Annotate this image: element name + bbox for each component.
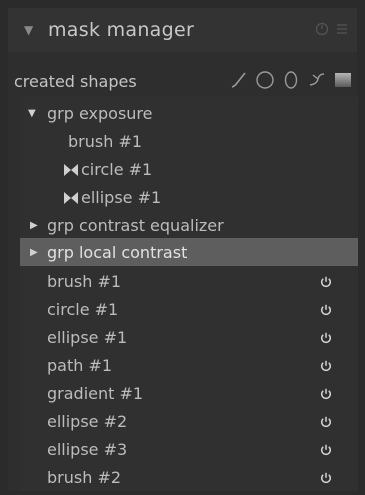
triangle-right-icon[interactable]: ▶ xyxy=(30,220,38,231)
group-row[interactable]: ▼ grp exposure xyxy=(20,99,358,127)
shape-row[interactable]: brush #1 xyxy=(20,267,358,295)
created-shapes-label: created shapes xyxy=(14,71,137,91)
shape-row[interactable]: ellipse #1 xyxy=(20,323,358,351)
triangle-down-icon[interactable]: ▼ xyxy=(28,108,36,119)
triangle-down-icon[interactable]: ▼ xyxy=(24,23,38,37)
shape-row[interactable]: ellipse #2 xyxy=(20,407,358,435)
power-icon[interactable] xyxy=(319,386,333,400)
power-icon[interactable] xyxy=(319,442,333,456)
group-child-row[interactable]: circle #1 xyxy=(20,155,358,183)
module-header[interactable]: ▼ mask manager xyxy=(8,8,357,52)
shape-label-wrap: circle #1 xyxy=(63,160,152,179)
shape-row[interactable]: ellipse #3 xyxy=(20,435,358,463)
shape-row[interactable]: path #1 xyxy=(20,351,358,379)
shape-label: circle #1 xyxy=(81,159,153,179)
power-icon[interactable] xyxy=(319,470,333,484)
shapes-tree: ▼ grp exposure brush #1 circle #1 ellips… xyxy=(20,97,358,491)
shape-label: gradient #1 xyxy=(47,383,144,403)
power-icon[interactable] xyxy=(319,302,333,316)
shape-label: brush #2 xyxy=(47,467,122,487)
group-label: grp exposure xyxy=(47,103,153,123)
shape-label: ellipse #1 xyxy=(47,327,128,347)
inverted-icon[interactable] xyxy=(63,162,79,176)
shape-label: path #1 xyxy=(47,355,113,375)
group-child-row[interactable]: ellipse #1 xyxy=(20,183,358,211)
gradient-icon[interactable] xyxy=(333,70,353,90)
shapes-toolbar: created shapes xyxy=(14,70,359,92)
group-row-selected[interactable]: ▶ grp local contrast xyxy=(20,238,358,266)
shape-label: ellipse #2 xyxy=(47,411,128,431)
brush-icon[interactable] xyxy=(229,70,249,90)
power-icon[interactable] xyxy=(319,330,333,344)
group-row[interactable]: ▶ grp contrast equalizer xyxy=(20,211,358,239)
module-title: mask manager xyxy=(48,19,195,41)
power-icon[interactable] xyxy=(319,274,333,288)
shape-label: ellipse #3 xyxy=(47,439,128,459)
group-label: grp contrast equalizer xyxy=(47,215,224,235)
shape-row[interactable]: gradient #1 xyxy=(20,379,358,407)
shape-row[interactable]: circle #1 xyxy=(20,295,358,323)
shape-label: brush #1 xyxy=(47,271,122,291)
reset-icon[interactable] xyxy=(315,22,329,40)
triangle-right-icon[interactable]: ▶ xyxy=(30,247,38,258)
path-icon[interactable] xyxy=(307,70,327,90)
hamburger-menu-icon[interactable] xyxy=(335,22,349,40)
shape-label: ellipse #1 xyxy=(81,187,162,207)
header-icons xyxy=(315,22,349,40)
shape-label: brush #1 xyxy=(68,131,143,151)
shape-label: circle #1 xyxy=(47,299,119,319)
shape-tools xyxy=(229,70,353,90)
circle-icon[interactable] xyxy=(255,70,275,90)
power-icon[interactable] xyxy=(319,358,333,372)
group-child-row[interactable]: brush #1 xyxy=(20,127,358,155)
ellipse-icon[interactable] xyxy=(281,70,301,90)
inverted-icon[interactable] xyxy=(63,190,79,204)
shape-row[interactable]: brush #2 xyxy=(20,463,358,491)
shape-label-wrap: ellipse #1 xyxy=(63,188,161,207)
power-icon[interactable] xyxy=(319,414,333,428)
group-label: grp local contrast xyxy=(47,242,188,262)
